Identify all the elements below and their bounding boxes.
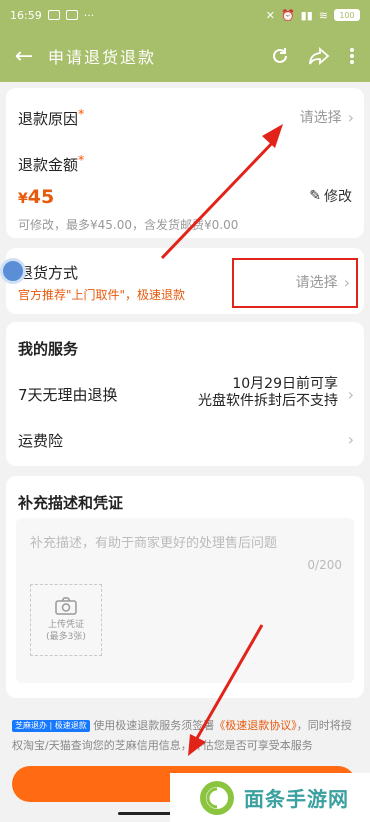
refund-reason-label: 退款原因* <box>18 106 85 128</box>
camera-icon <box>55 597 77 615</box>
refund-amount-label: 退款金额* <box>18 152 85 174</box>
notification-icon <box>47 10 60 20</box>
pencil-icon: ✎ <box>309 188 321 204</box>
evidence-title: 补充描述和凭证 <box>18 494 124 512</box>
alarm-icon: ⏰ <box>280 8 295 22</box>
upload-evidence-button[interactable]: 上传凭证 (最多3张) <box>30 584 102 656</box>
app-icon <box>65 10 78 20</box>
services-card: 我的服务 7天无理由退换 10月29日前可享 光盘软件拆封后不支持 › 运费险 … <box>6 322 364 466</box>
chevron-right-icon: › <box>347 107 354 127</box>
description-input[interactable]: 补充描述，有助于商家更好的处理售后问题 0/200 上传凭证 (最多3张) <box>16 518 354 683</box>
service-freight-label: 运费险 <box>18 432 64 450</box>
service-7day-detail[interactable]: 10月29日前可享 光盘软件拆封后不支持 › <box>198 376 354 410</box>
service-7day-label: 7天无理由退换 <box>18 386 118 404</box>
watermark-icon <box>200 780 234 815</box>
agreement-text: 芝麻退办 | 极速退款 使用极速退款服务须签署《极速退款协议》，同时将授权淘宝/… <box>12 719 352 752</box>
title-bar: ← 申请退货退款 <box>0 30 370 82</box>
return-method-promo: 官方推荐"上门取件"，极速退款 <box>18 288 186 302</box>
back-arrow-icon[interactable]: ← <box>0 44 48 69</box>
share-icon[interactable] <box>308 46 330 66</box>
refund-card: 退款原因* 请选择 › 退款金额* ¥45 ✎ 修改 可修改，最多¥45.00，含发… <box>6 88 364 238</box>
description-counter: 0/200 <box>307 558 342 572</box>
battery-icon: 100 <box>334 9 360 21</box>
wifi-icon: ≋ <box>318 8 328 22</box>
evidence-card: 补充描述和凭证 补充描述，有助于商家更好的处理售后问题 0/200 上传凭证 (… <box>6 476 364 698</box>
floating-assistant-icon[interactable] <box>0 258 26 284</box>
description-placeholder: 补充描述，有助于商家更好的处理售后问题 <box>30 536 278 551</box>
signal-icon: ▮▮ <box>300 8 313 22</box>
page-title: 申请退货退款 <box>48 48 157 67</box>
more-icon[interactable] <box>348 46 356 66</box>
more-dots-icon: ··· <box>83 8 95 22</box>
refund-amount-value: ¥45 <box>18 186 55 208</box>
chevron-right-icon: › <box>347 430 354 449</box>
refund-reason-select[interactable]: 请选择 › <box>300 107 354 127</box>
zhima-badge: 芝麻退办 | 极速退款 <box>12 720 90 732</box>
home-indicator <box>118 812 174 815</box>
services-title: 我的服务 <box>18 340 79 358</box>
return-method-label: 退货方式 <box>18 264 79 282</box>
refresh-icon[interactable] <box>270 46 290 66</box>
watermark-logo: 面条手游网 <box>170 773 370 822</box>
modify-amount-button[interactable]: ✎ 修改 <box>309 186 352 206</box>
highlight-box <box>232 258 358 308</box>
mute-icon: ✕ <box>265 8 275 22</box>
return-method-card: 退货方式 官方推荐"上门取件"，极速退款 请选择 › <box>6 248 364 314</box>
agreement-link[interactable]: 《极速退款协议》 <box>214 719 297 732</box>
status-time: 16:59 <box>10 8 42 22</box>
refund-amount-hint: 可修改，最多¥45.00，含发货邮费¥0.00 <box>18 218 239 232</box>
service-freight-row[interactable]: › <box>348 430 354 449</box>
chevron-right-icon: › <box>347 385 354 404</box>
status-bar: 16:59 ··· ✕ ⏰ ▮▮ ≋ 100 <box>0 0 370 30</box>
